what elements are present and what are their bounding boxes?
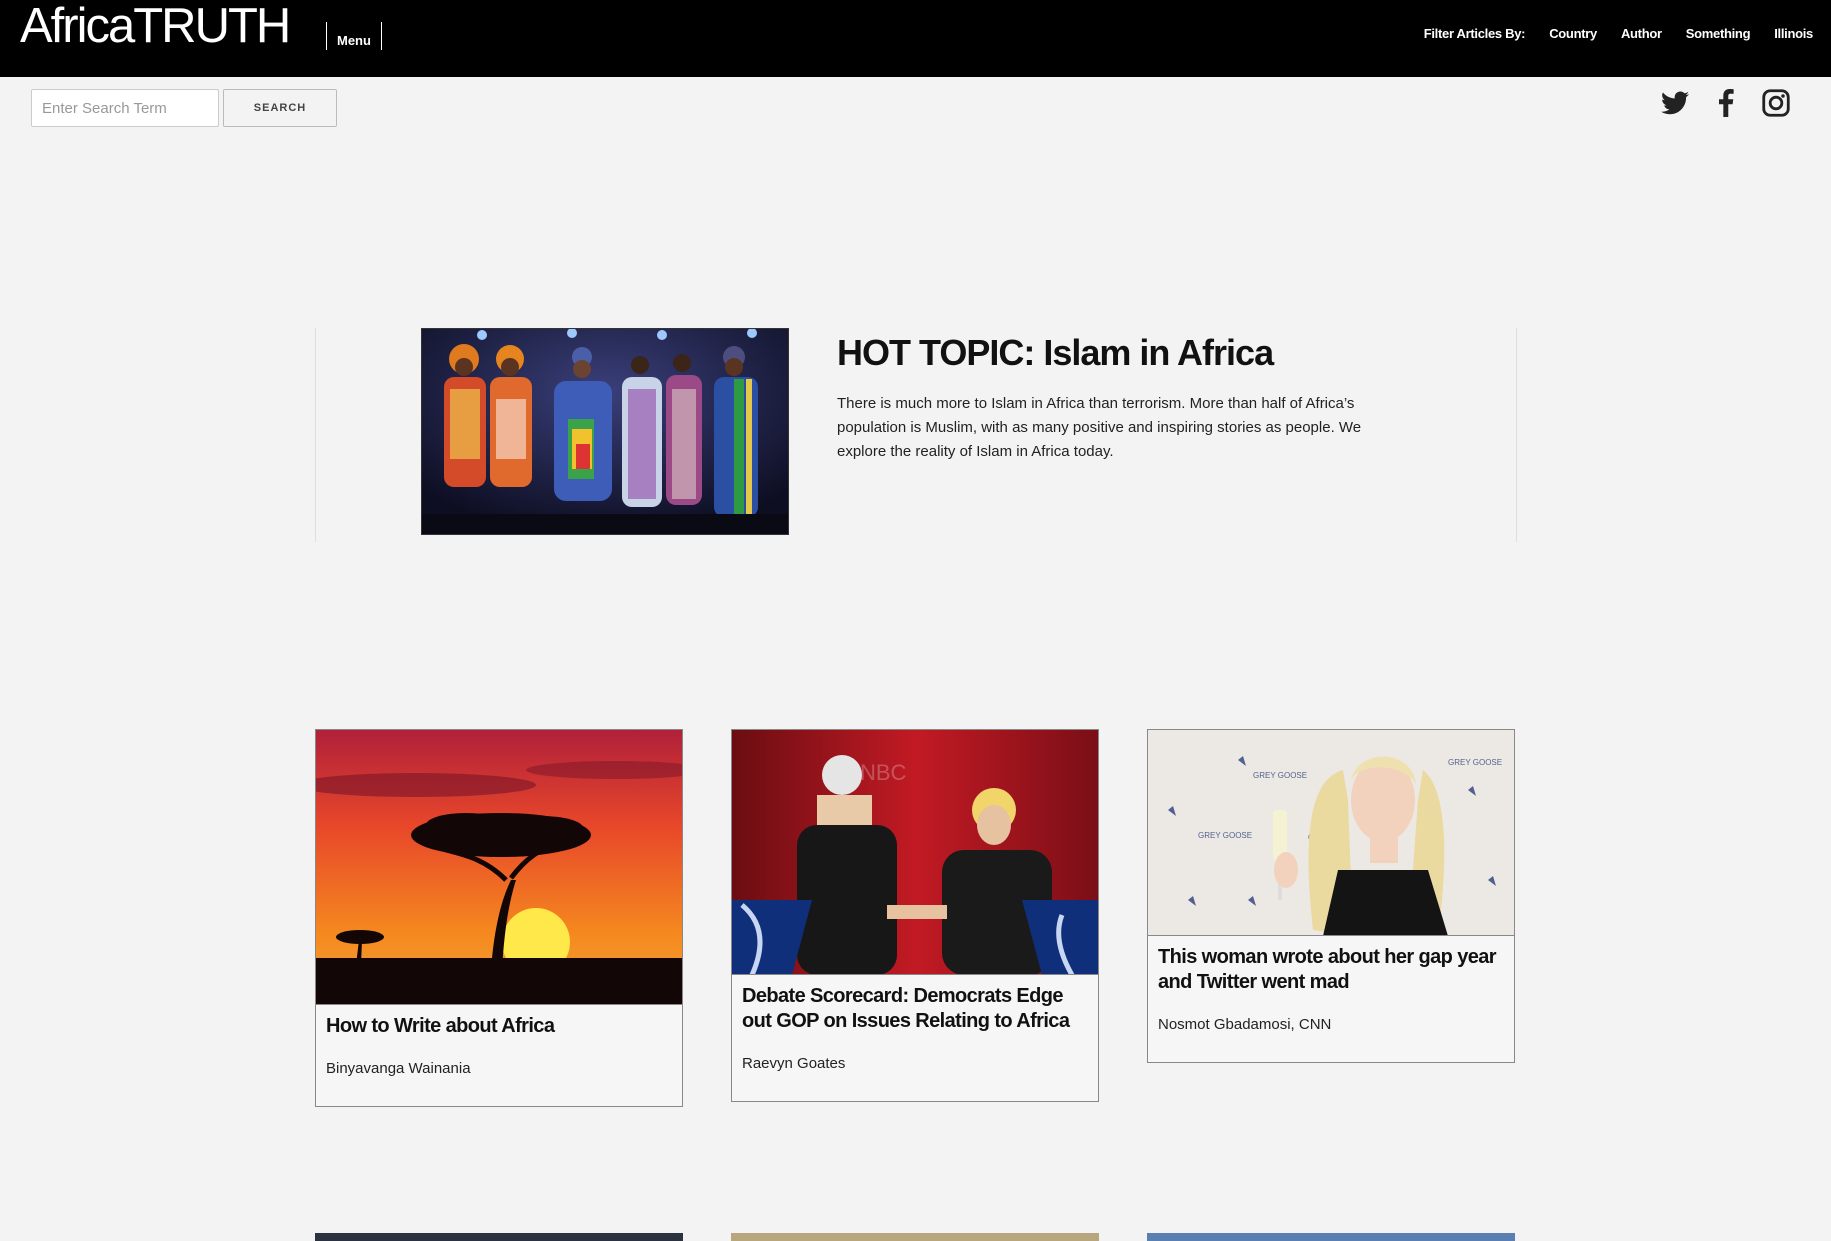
article-image-woman: GREY GOOSE GREY GOOSE GREY GOOSE GOOSE: [1148, 730, 1514, 936]
hot-topic-title[interactable]: HOT TOPIC: Islam in Africa: [837, 332, 1274, 374]
instagram-icon[interactable]: [1759, 86, 1793, 120]
search-input[interactable]: [31, 89, 219, 127]
hot-topic-description: There is much more to Islam in Africa th…: [837, 395, 1362, 460]
facebook-icon[interactable]: [1709, 86, 1743, 120]
svg-text:GREY GOOSE: GREY GOOSE: [1198, 831, 1252, 840]
top-nav-bar: AfricaTRUTH Menu Filter Articles By: Cou…: [0, 0, 1831, 77]
menu-button[interactable]: Menu: [326, 22, 382, 50]
filter-nav: Filter Articles By: Country Author Somet…: [1423, 26, 1814, 41]
article-card-next[interactable]: [731, 1233, 1099, 1241]
article-title[interactable]: This woman wrote about her gap year and …: [1148, 936, 1514, 995]
hot-topic-image[interactable]: [421, 328, 789, 535]
article-card[interactable]: How to Write about Africa Binyavanga Wai…: [315, 729, 683, 1107]
svg-text:GREY GOOSE: GREY GOOSE: [1448, 758, 1502, 767]
filter-author-link[interactable]: Author: [1621, 26, 1662, 41]
hot-topic-section: HOT TOPIC: Islam in Africa There is much…: [315, 328, 1517, 542]
article-image-sunset: [316, 730, 682, 1005]
article-title[interactable]: How to Write about Africa: [316, 1005, 682, 1039]
filter-country-link[interactable]: Country: [1549, 26, 1597, 41]
article-author: Nosmot Gbadamosi, CNN: [1158, 1016, 1332, 1033]
filter-illinois-link[interactable]: Illinois: [1774, 26, 1813, 41]
article-image-debate: MSNBC: [732, 730, 1098, 975]
article-card-next[interactable]: [1147, 1233, 1515, 1241]
article-card[interactable]: MSNBC Debate Scorecard: Democrats Edge o…: [731, 729, 1099, 1102]
search-button[interactable]: SEARCH: [223, 89, 337, 127]
article-author: Raevyn Goates: [742, 1055, 846, 1072]
article-card[interactable]: GREY GOOSE GREY GOOSE GREY GOOSE GOOSE T…: [1147, 729, 1515, 1063]
article-card-next[interactable]: [315, 1233, 683, 1241]
article-title[interactable]: Debate Scorecard: Democrats Edge out GOP…: [732, 975, 1098, 1034]
site-logo[interactable]: AfricaTRUTH: [20, 2, 291, 51]
filter-something-link[interactable]: Something: [1686, 26, 1751, 41]
svg-text:GREY GOOSE: GREY GOOSE: [1253, 771, 1307, 780]
filter-label: Filter Articles By:: [1423, 26, 1526, 41]
twitter-icon[interactable]: [1658, 86, 1692, 120]
article-author: Binyavanga Wainania: [326, 1060, 471, 1077]
